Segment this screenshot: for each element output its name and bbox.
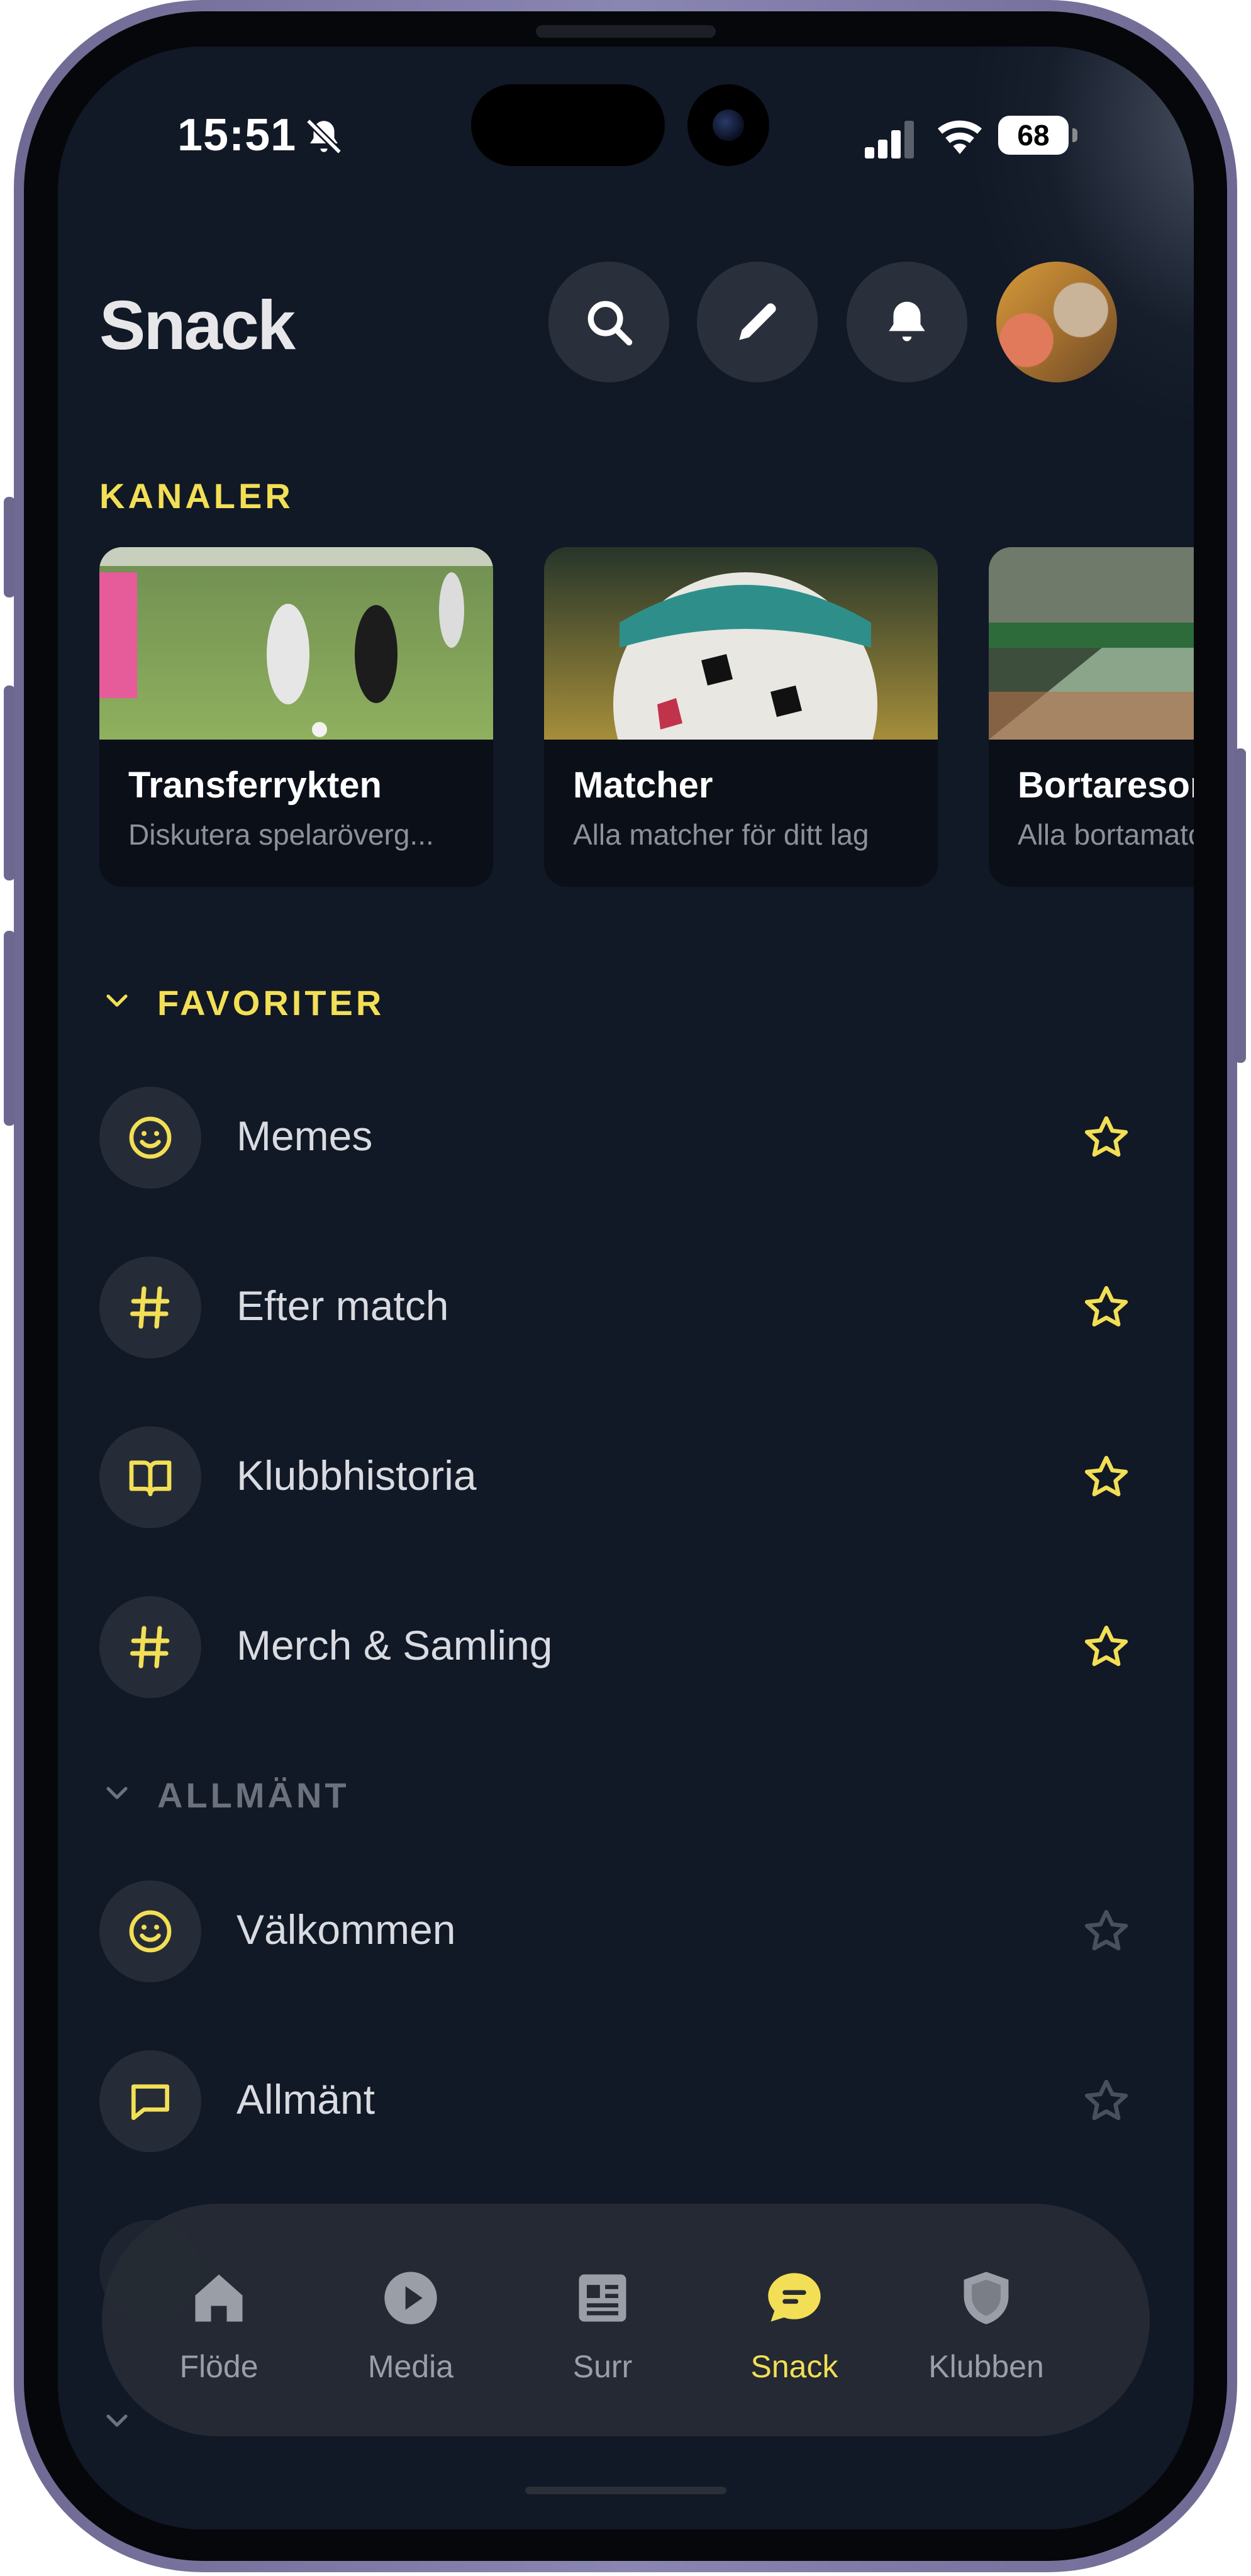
pencil-icon [739, 303, 776, 340]
channel-description: Diskutera spelaröverg... [128, 818, 434, 851]
smiley-icon [129, 1910, 172, 1953]
wifi-icon [938, 120, 982, 154]
hashtag-icon [130, 1286, 170, 1329]
channels-carousel[interactable]: Transferrykten Diskutera spelaröverg... … [99, 547, 1194, 887]
tab-label: Surr [572, 2349, 633, 2384]
list-item-merch-samling[interactable]: Merch & Samling [99, 1596, 1131, 1698]
item-label: Allmänt [236, 2076, 375, 2123]
channel-title: Bortaresor [1018, 765, 1194, 806]
channel-card-matcher[interactable]: Matcher Alla matcher för ditt lag [544, 547, 938, 887]
list-item-memes[interactable]: Memes [99, 1087, 1131, 1189]
action-button [4, 497, 15, 597]
page-title: Snack [99, 287, 296, 364]
item-label: Memes [236, 1113, 373, 1159]
star-filled-icon[interactable] [1082, 1623, 1131, 1672]
star-filled-icon[interactable] [1082, 1283, 1131, 1332]
star-filled-icon[interactable] [1082, 1113, 1131, 1162]
star-filled-icon[interactable] [1082, 1453, 1131, 1502]
item-label: Merch & Samling [236, 1622, 553, 1668]
compose-button[interactable] [697, 262, 818, 382]
bottom-tab-bar: Flöde Media Surr Snack Klubben [102, 2204, 1150, 2436]
channel-title: Matcher [573, 765, 713, 806]
tab-label: Klubben [928, 2349, 1044, 2384]
status-time: 15:51 [177, 110, 297, 160]
item-label: Klubbhistoria [236, 1452, 477, 1499]
channel-image-football-players [99, 547, 493, 740]
chat-icon [768, 2273, 821, 2322]
channel-card-transferrykten[interactable]: Transferrykten Diskutera spelaröverg... [99, 547, 493, 887]
volume-down-button [4, 931, 15, 1126]
general-label: ALLMÄNT [157, 1775, 350, 1815]
chat-bubble-icon [131, 2084, 169, 2120]
list-item-allmant[interactable]: Allmänt [99, 2050, 1131, 2152]
home-icon [195, 2274, 243, 2322]
channel-image-football [544, 547, 938, 740]
chevron-down-icon[interactable] [102, 2405, 132, 2435]
search-button[interactable] [548, 262, 669, 382]
item-icon-wrap [99, 1087, 201, 1189]
battery-indicator: 68 [998, 116, 1077, 155]
tab-klubben[interactable]: Klubben [908, 2204, 1065, 2436]
item-icon-wrap [99, 2050, 201, 2152]
power-button [1235, 748, 1246, 1063]
tab-label: Media [367, 2349, 454, 2384]
favorites-label: FAVORITER [157, 983, 385, 1023]
item-label: Välkommen [236, 1906, 456, 1953]
bell-icon [889, 301, 925, 341]
channel-description: Alla matcher för ditt lag [573, 818, 869, 851]
front-camera [687, 84, 769, 166]
chevron-down-icon[interactable] [102, 1777, 132, 1807]
channel-image-stadium [989, 547, 1194, 740]
tab-snack[interactable]: Snack [716, 2204, 873, 2436]
list-item-valkommen[interactable]: Välkommen [99, 1880, 1131, 1982]
cellular-signal-icon [865, 121, 914, 158]
tab-flode[interactable]: Flöde [140, 2204, 297, 2436]
channels-label: KANALER [99, 476, 294, 516]
book-icon [129, 1460, 172, 1496]
channel-title: Transferrykten [128, 765, 382, 806]
list-item-klubbhistoria[interactable]: Klubbhistoria [99, 1426, 1131, 1528]
volume-up-button [4, 686, 15, 880]
shield-icon [964, 2272, 1009, 2324]
app-screen: 15:51 68 Snack KANALER Transferrykten Di… [58, 47, 1194, 2529]
notifications-button[interactable] [847, 262, 967, 382]
tab-media[interactable]: Media [332, 2204, 489, 2436]
search-icon [587, 301, 633, 346]
star-outline-icon[interactable] [1082, 2077, 1131, 2126]
chevron-down-icon[interactable] [102, 985, 132, 1015]
smiley-icon [129, 1116, 172, 1159]
home-indicator [525, 2487, 726, 2494]
tab-surr[interactable]: Surr [524, 2204, 681, 2436]
avatar[interactable] [996, 262, 1117, 382]
newspaper-icon [579, 2274, 626, 2322]
bell-off-icon [306, 118, 342, 155]
tab-label: Flöde [179, 2349, 259, 2384]
list-item-efter-match[interactable]: Efter match [99, 1257, 1131, 1358]
play-icon [384, 2272, 437, 2324]
item-icon-wrap [99, 1426, 201, 1528]
earpiece-speaker [536, 25, 716, 38]
hashtag-icon [130, 1626, 170, 1668]
tab-label: Snack [750, 2349, 838, 2384]
item-icon-wrap [99, 1257, 201, 1358]
item-label: Efter match [236, 1282, 449, 1329]
channel-card-bortaresor[interactable]: Bortaresor Alla bortamatcher [989, 547, 1194, 887]
item-icon-wrap [99, 1596, 201, 1698]
channel-description: Alla bortamatcher [1018, 818, 1194, 851]
star-outline-icon[interactable] [1082, 1907, 1131, 1956]
dynamic-island [471, 84, 665, 166]
item-icon-wrap [99, 1880, 201, 1982]
